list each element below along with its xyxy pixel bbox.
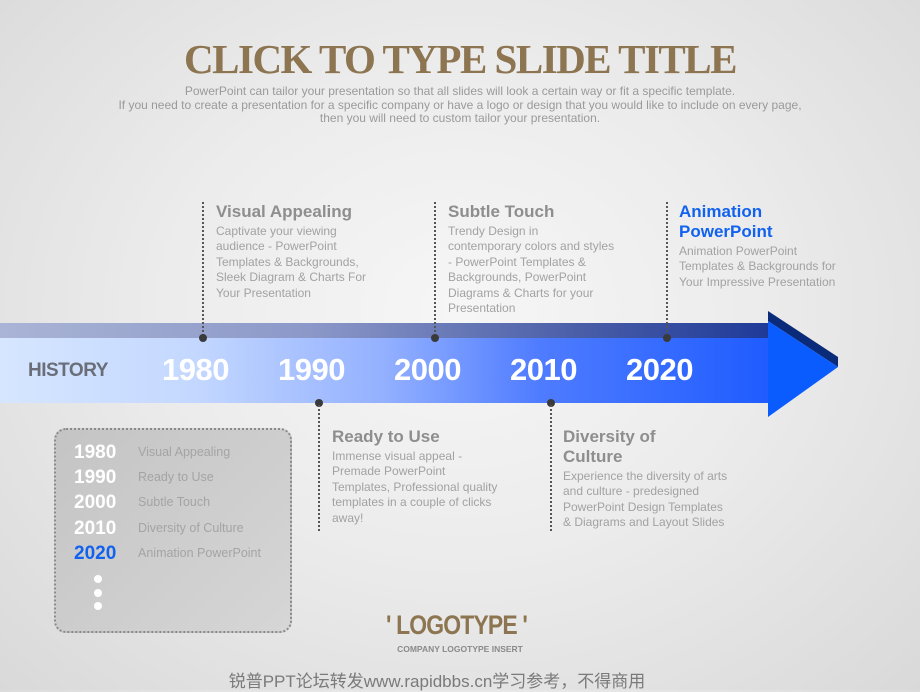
- callout-line: Animation PowerPoint: [679, 244, 798, 258]
- summary-year: 2010: [74, 518, 117, 539]
- summary-box[interactable]: 1980 Visual Appealing 1990 Ready to Use …: [54, 428, 292, 633]
- callout-line: Your Impressive Presentation: [679, 274, 836, 289]
- timeline-year-1980: 1980: [162, 352, 229, 387]
- callout-line: Captivate your viewing: [216, 224, 337, 238]
- callout-body: Immense visual appeal - Premade PowerPoi…: [332, 449, 497, 526]
- callout-body: Experience the diversity of arts and cul…: [563, 469, 727, 531]
- callout-line: & Diagrams and Layout Slides: [563, 515, 725, 530]
- callout-title: Animation PowerPoint: [679, 202, 836, 242]
- subtitle-line: then you will need to custom tailor your…: [319, 111, 601, 125]
- arrow-head-icon: [768, 311, 838, 417]
- timeline-band-shadow: [0, 323, 770, 338]
- logotype-subtext-label: COMPANY LOGOTYPE INSERT: [397, 644, 523, 654]
- callout-title: Visual Appealing: [216, 202, 353, 221]
- callout-line: audience - PowerPoint: [216, 239, 337, 254]
- callout-body: Trendy Design in contemporary colors and…: [448, 224, 614, 316]
- callout-line: Diagrams & Charts for your: [448, 285, 594, 300]
- callout-line: Sleek Diagram & Charts For: [216, 270, 367, 285]
- callout-1990[interactable]: Ready to Use Immense visual appeal - Pre…: [332, 427, 497, 526]
- connector-2000: [434, 202, 436, 336]
- ellipsis-dot-icon: [94, 602, 102, 610]
- connector-1990: [318, 405, 320, 531]
- subtitle-line: PowerPoint can tailor your presentation …: [184, 84, 736, 98]
- callout-line: Backgrounds, PowerPoint: [448, 270, 587, 285]
- callout-line: Your Presentation: [216, 285, 311, 300]
- callout-title: Ready to Use: [332, 427, 440, 446]
- callout-line: - PowerPoint Templates &: [448, 254, 586, 269]
- subtitle-line: If you need to create a presentation for…: [118, 97, 802, 112]
- summary-year: 1990: [74, 467, 117, 488]
- logotype-subtext: COMPANY LOGOTYPE INSERT: [0, 644, 920, 654]
- callout-line: Templates, Professional quality: [332, 479, 498, 494]
- timeline-year-2010: 2010: [510, 352, 577, 387]
- logotype[interactable]: ' LOGOTYPE ': [386, 610, 528, 641]
- ellipsis-dot-icon: [94, 589, 102, 597]
- callout-line: and culture - predesigned: [563, 484, 700, 499]
- connector-dot-2000: [431, 334, 439, 342]
- callout-title-line: Diversity of: [563, 427, 656, 446]
- timeline-label: HISTORY: [28, 360, 108, 381]
- callout-line: Templates & Backgrounds for: [679, 259, 836, 274]
- callout-title-line: Culture: [563, 447, 623, 466]
- callout-line: PowerPoint Design Templates: [563, 499, 723, 514]
- callout-title-line: Animation: [679, 202, 763, 221]
- connector-2010: [550, 405, 552, 531]
- callout-line: Experience the diversity of arts: [563, 469, 728, 483]
- slide-subtitle: PowerPoint can tailor your presentation …: [0, 84, 920, 126]
- connector-dot-2020: [663, 334, 671, 342]
- callout-line: Presentation: [448, 301, 516, 316]
- callout-title-line: PowerPoint: [679, 222, 773, 241]
- callout-1980[interactable]: Visual Appealing Captivate your viewing …: [216, 202, 366, 301]
- callout-line: contemporary colors and styles: [448, 239, 615, 254]
- callout-title: Subtle Touch: [448, 202, 555, 221]
- summary-year: 2020: [74, 543, 117, 564]
- timeline-year-2000: 2000: [394, 352, 461, 387]
- footer-watermark: 锐普PPT论坛转发www.rapidbbs.cn学习参考，不得商用: [228, 672, 646, 691]
- callout-line: Templates & Backgrounds,: [216, 254, 359, 269]
- timeline-year-1990: 1990: [278, 352, 345, 387]
- callout-line: Immense visual appeal -: [332, 449, 463, 463]
- summary-label: Visual Appealing: [138, 445, 231, 459]
- summary-label: Diversity of Culture: [138, 521, 244, 535]
- summary-year: 2000: [74, 492, 117, 513]
- callout-2000[interactable]: Subtle Touch Trendy Design in contempora…: [448, 202, 614, 316]
- summary-label: Subtle Touch: [138, 495, 211, 509]
- callout-body: Captivate your viewing audience - PowerP…: [216, 224, 366, 301]
- timeline-year-2020: 2020: [626, 352, 693, 387]
- connector-2020: [666, 202, 668, 336]
- callout-line: Premade PowerPoint: [332, 464, 446, 479]
- callout-line: away!: [332, 510, 364, 525]
- callout-body: Animation PowerPoint Templates & Backgro…: [679, 244, 836, 290]
- summary-label: Ready to Use: [138, 470, 214, 484]
- callout-line: Trendy Design in: [448, 224, 539, 238]
- connector-dot-1980: [199, 334, 207, 342]
- ellipsis-dot-icon: [94, 575, 102, 583]
- slide-title[interactable]: CLICK TO TYPE SLIDE TITLE: [0, 36, 920, 82]
- connector-1980: [202, 202, 204, 336]
- callout-2010[interactable]: Diversity of Culture Experience the dive…: [563, 427, 727, 531]
- summary-year: 1980: [74, 442, 117, 463]
- summary-label: Animation PowerPoint: [138, 546, 261, 560]
- callout-title: Diversity of Culture: [563, 427, 727, 467]
- callout-2020[interactable]: Animation PowerPoint Animation PowerPoin…: [679, 202, 836, 290]
- callout-line: templates in a couple of clicks: [332, 495, 492, 510]
